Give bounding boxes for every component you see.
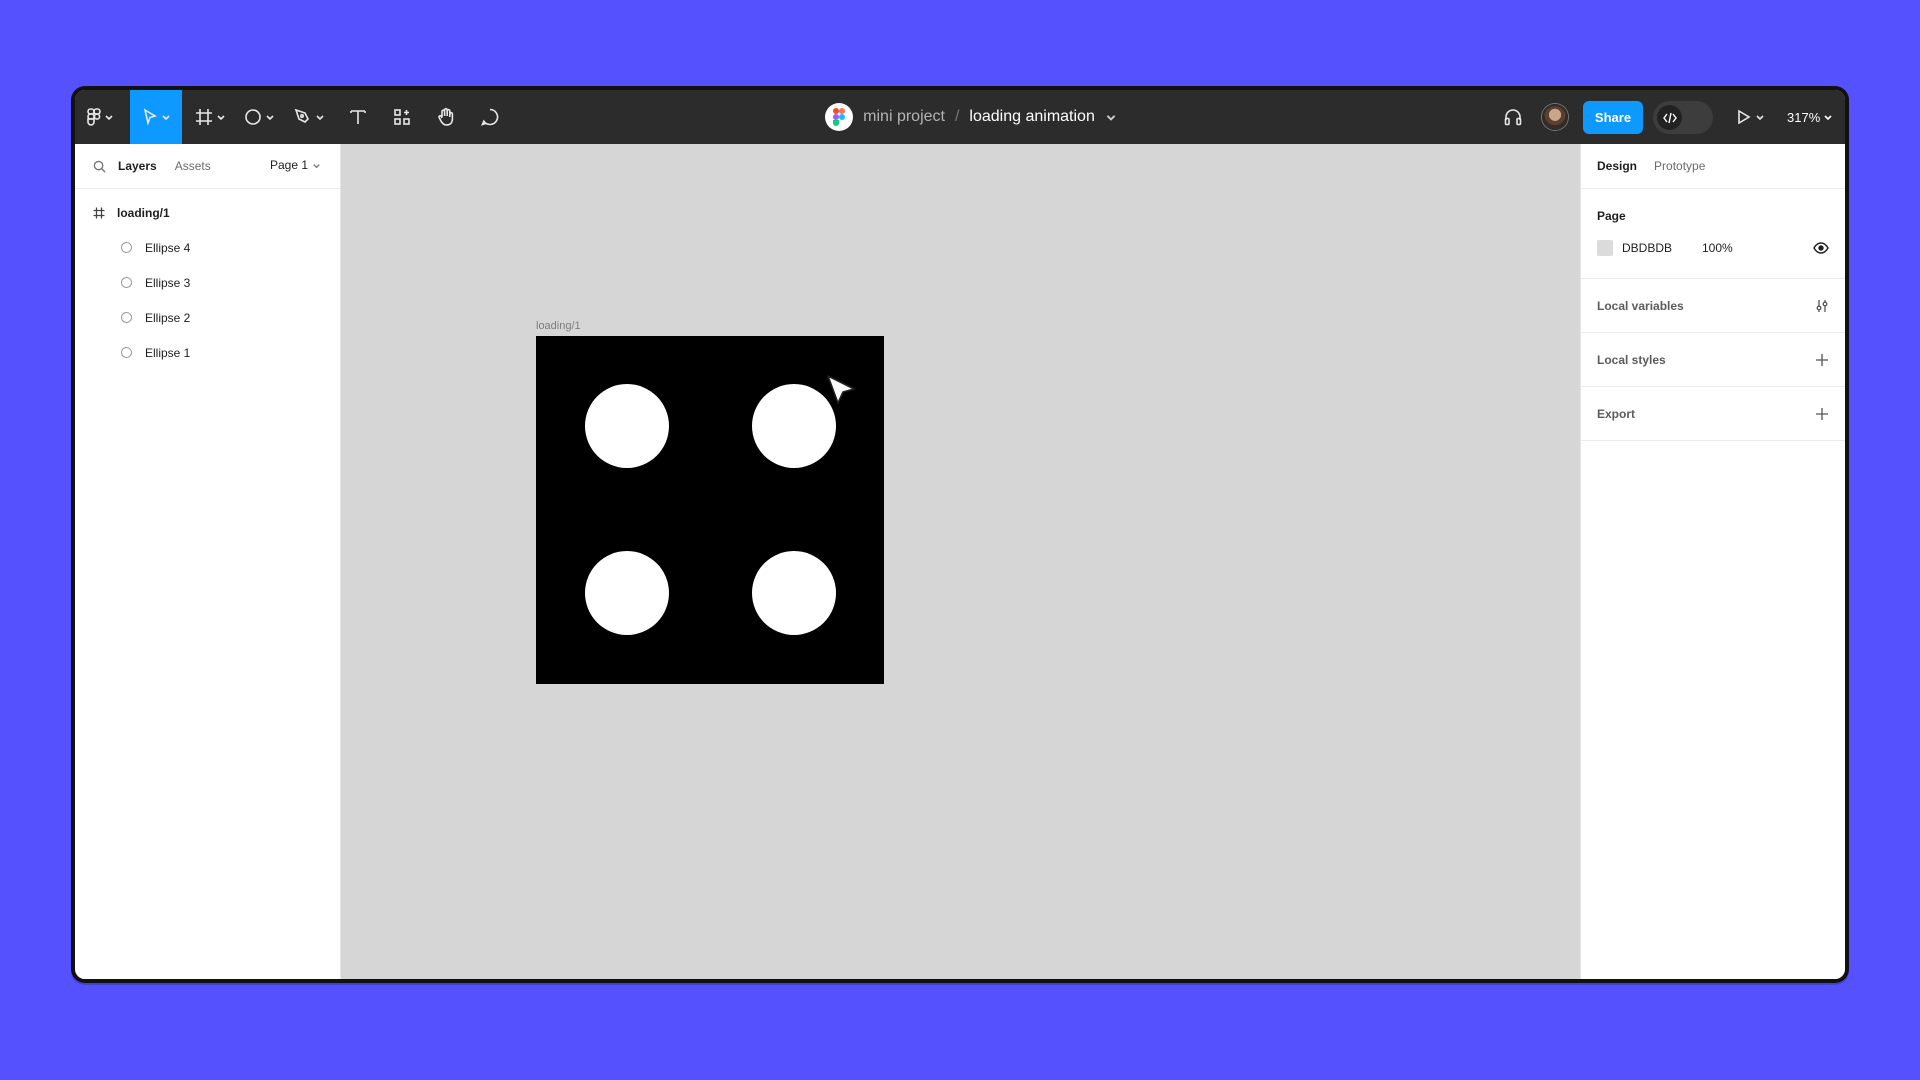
chevron-down-icon xyxy=(265,115,274,121)
shape-tool-button[interactable] xyxy=(240,90,278,144)
chevron-down-icon[interactable] xyxy=(1105,111,1117,123)
tab-assets[interactable]: Assets xyxy=(175,159,211,173)
export-label: Export xyxy=(1597,406,1636,421)
avatar[interactable] xyxy=(1542,104,1568,130)
chevron-down-icon xyxy=(216,115,225,121)
layer-frame[interactable]: loading/1 xyxy=(75,195,340,230)
layer-label: Ellipse 1 xyxy=(145,345,191,360)
ellipse-icon xyxy=(121,312,132,323)
frame-icon xyxy=(93,207,105,218)
canvas[interactable]: loading/1 xyxy=(341,144,1580,979)
pen-tool-button[interactable] xyxy=(290,90,328,144)
local-styles-section[interactable]: Local styles xyxy=(1581,333,1845,387)
app-frame: mini project / loading animation Share 3… xyxy=(75,90,1845,979)
ellipse-icon xyxy=(121,347,132,358)
move-tool-icon xyxy=(143,108,157,126)
file-title: mini project / loading animation xyxy=(75,90,1845,144)
tab-layers[interactable]: Layers xyxy=(118,159,157,173)
move-tool-button[interactable] xyxy=(130,90,182,144)
ellipse-3[interactable] xyxy=(752,384,836,468)
hand-tool-icon xyxy=(438,107,454,126)
design-panel: Design Prototype Page DBDBDB 100% Local … xyxy=(1580,144,1845,979)
layers-panel: Layers Assets Page 1 loading/1 Ellipse 4… xyxy=(75,144,341,979)
main-menu-icon xyxy=(86,108,101,126)
chevron-down-icon xyxy=(1824,115,1832,121)
local-styles-label: Local styles xyxy=(1597,352,1666,367)
main-menu-button[interactable] xyxy=(83,90,117,144)
layer-label: Ellipse 3 xyxy=(145,275,191,290)
chevron-down-icon xyxy=(161,115,170,121)
eye-icon[interactable] xyxy=(1813,242,1829,254)
export-section[interactable]: Export xyxy=(1581,387,1845,441)
dev-mode-icon xyxy=(1662,112,1677,123)
ellipse-1[interactable] xyxy=(752,551,836,635)
page-heading: Page xyxy=(1597,209,1626,223)
shape-tool-icon xyxy=(244,109,261,125)
file-name[interactable]: loading animation xyxy=(969,108,1094,126)
page-selector-label: Page 1 xyxy=(270,158,309,172)
search-icon[interactable] xyxy=(93,160,106,173)
chevron-down-icon xyxy=(104,115,113,121)
text-tool-button[interactable] xyxy=(343,90,373,144)
layer-ellipse-1[interactable]: Ellipse 1 xyxy=(75,335,340,370)
pen-tool-icon xyxy=(294,108,309,123)
tab-prototype[interactable]: Prototype xyxy=(1654,159,1705,173)
variables-icon[interactable] xyxy=(1815,299,1829,313)
frame-tool-icon xyxy=(195,109,212,125)
layer-ellipse-2[interactable]: Ellipse 2 xyxy=(75,300,340,335)
plus-icon[interactable] xyxy=(1815,353,1829,367)
toolbar: mini project / loading animation Share 3… xyxy=(75,90,1845,144)
page-color-swatch[interactable] xyxy=(1597,240,1613,256)
local-variables-section[interactable]: Local variables xyxy=(1581,279,1845,333)
audio-call-button[interactable] xyxy=(1497,90,1529,144)
layer-ellipse-4[interactable]: Ellipse 4 xyxy=(75,230,340,265)
tab-design[interactable]: Design xyxy=(1597,159,1637,173)
chevron-down-icon xyxy=(1755,115,1764,121)
project-name[interactable]: mini project xyxy=(863,108,945,126)
app-window: mini project / loading animation Share 3… xyxy=(71,86,1849,983)
comment-button[interactable] xyxy=(475,90,505,144)
headphones-icon xyxy=(1504,109,1522,126)
page-section: Page DBDBDB 100% xyxy=(1581,189,1845,279)
present-button[interactable] xyxy=(1730,90,1770,144)
ellipse-icon xyxy=(121,277,132,288)
comment-icon xyxy=(481,108,499,126)
present-icon xyxy=(1737,109,1751,125)
page-fill-row[interactable]: DBDBDB 100% xyxy=(1581,233,1845,263)
frame-label[interactable]: loading/1 xyxy=(536,320,581,332)
resources-icon xyxy=(394,109,410,125)
mouse-cursor-icon xyxy=(827,375,855,404)
resources-button[interactable] xyxy=(387,90,417,144)
chevron-down-icon xyxy=(313,163,320,168)
frame-tool-button[interactable] xyxy=(191,90,229,144)
plus-icon[interactable] xyxy=(1815,407,1829,421)
hand-tool-button[interactable] xyxy=(431,90,461,144)
layer-label: loading/1 xyxy=(117,205,170,220)
zoom-menu[interactable]: 317% xyxy=(1787,90,1833,144)
dev-mode-toggle[interactable] xyxy=(1653,101,1713,134)
text-tool-icon xyxy=(350,110,366,124)
right-panel-tabs: Design Prototype xyxy=(1581,144,1845,189)
ellipse-4[interactable] xyxy=(585,384,669,468)
chevron-down-icon xyxy=(315,115,324,121)
page-opacity-value[interactable]: 100% xyxy=(1702,241,1733,255)
layer-ellipse-3[interactable]: Ellipse 3 xyxy=(75,265,340,300)
layer-label: Ellipse 2 xyxy=(145,310,191,325)
layer-label: Ellipse 4 xyxy=(145,240,191,255)
zoom-level: 317% xyxy=(1787,109,1821,125)
local-variables-label: Local variables xyxy=(1597,298,1684,313)
left-panel-tabs: Layers Assets Page 1 xyxy=(75,144,340,189)
figma-logo-icon xyxy=(825,103,854,131)
ellipse-2[interactable] xyxy=(585,551,669,635)
page-color-value[interactable]: DBDBDB xyxy=(1622,241,1702,255)
breadcrumb-separator: / xyxy=(954,108,960,125)
page-selector[interactable]: Page 1 xyxy=(270,158,321,172)
share-button[interactable]: Share xyxy=(1583,101,1643,134)
ellipse-icon xyxy=(121,242,132,253)
